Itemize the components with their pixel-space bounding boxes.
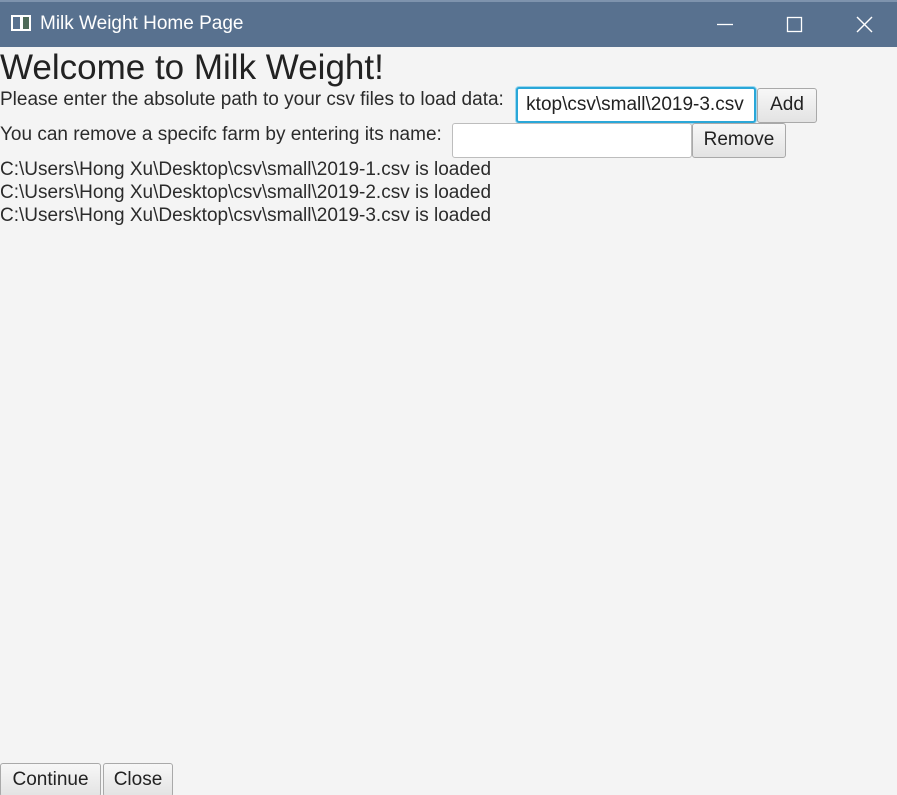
loaded-files-list: C:\Users\Hong Xu\Desktop\csv\small\2019-… — [0, 158, 491, 227]
add-button[interactable]: Add — [757, 88, 817, 123]
list-item: C:\Users\Hong Xu\Desktop\csv\small\2019-… — [0, 159, 492, 180]
close-icon — [856, 16, 873, 33]
list-item: C:\Users\Hong Xu\Desktop\csv\small\2019-… — [0, 205, 492, 226]
csv-path-input[interactable] — [516, 87, 756, 123]
app-window-icon — [11, 15, 31, 31]
list-item: C:\Users\Hong Xu\Desktop\csv\small\2019-… — [0, 182, 492, 203]
close-window-button[interactable] — [834, 2, 894, 47]
maximize-icon — [786, 16, 803, 33]
path-label: Please enter the absolute path to your c… — [0, 89, 504, 110]
page-title: Welcome to Milk Weight! — [0, 48, 384, 87]
title-bar[interactable]: Milk Weight Home Page — [0, 0, 897, 47]
app-window: Milk Weight Home Page Welcome to Milk We… — [0, 0, 897, 795]
continue-button[interactable]: Continue — [0, 763, 101, 795]
minimize-icon — [717, 23, 733, 26]
remove-button[interactable]: Remove — [692, 123, 786, 158]
minimize-button[interactable] — [695, 2, 755, 47]
window-title: Milk Weight Home Page — [40, 13, 244, 34]
farm-name-input[interactable] — [452, 123, 692, 158]
maximize-button[interactable] — [764, 2, 824, 47]
close-button[interactable]: Close — [103, 763, 173, 795]
remove-label: You can remove a specifc farm by enterin… — [0, 124, 442, 145]
